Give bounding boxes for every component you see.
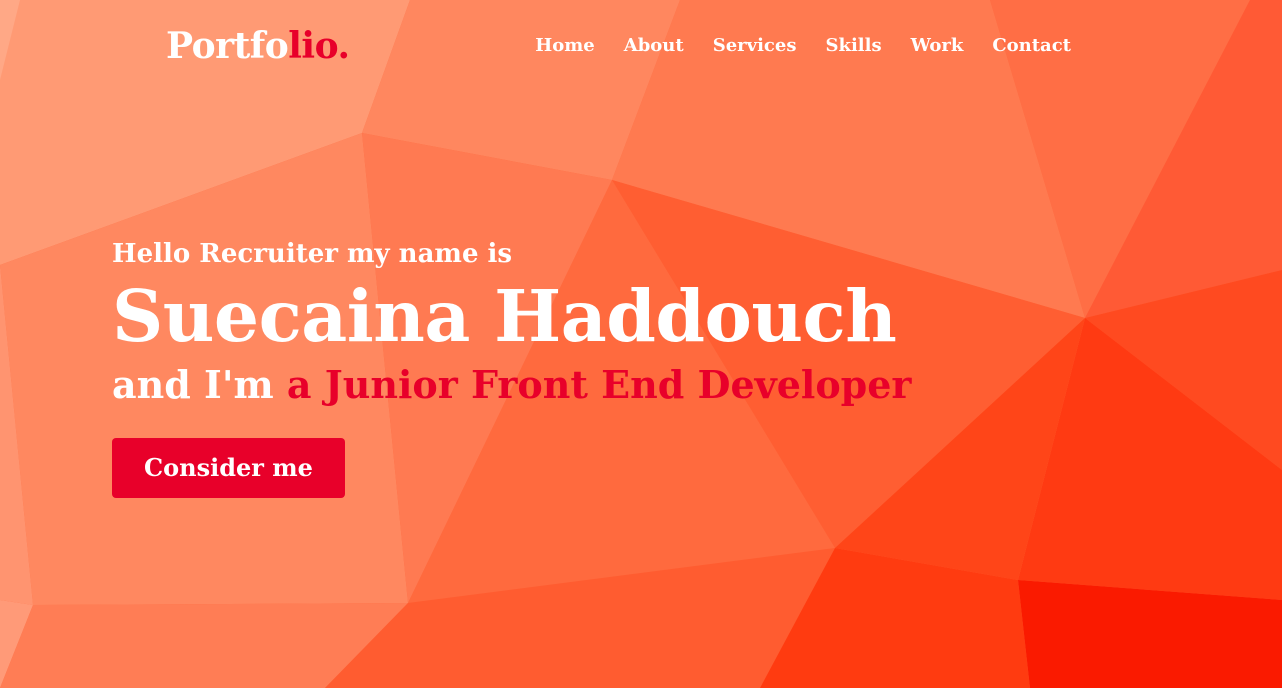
nav-link-home[interactable]: Home: [535, 35, 595, 56]
hero-role: and I'm a Junior Front End Developer: [112, 358, 911, 412]
hero-role-highlight: a Junior Front End Developer: [286, 362, 912, 407]
nav-item-services: Services: [713, 33, 797, 59]
nav-item-skills: Skills: [825, 33, 881, 59]
hero-section: Hello Recruiter my name is Suecaina Hadd…: [112, 234, 911, 498]
logo-accent-text: lio.: [288, 25, 350, 67]
nav-item-home: Home: [535, 33, 595, 59]
nav-link-about[interactable]: About: [624, 35, 684, 56]
consider-me-button[interactable]: Consider me: [112, 438, 345, 498]
logo-main-text: Portfo: [166, 25, 289, 67]
nav-link-work[interactable]: Work: [911, 35, 964, 56]
main-nav: Home About Services Skills Work Contact: [535, 33, 1071, 59]
hero-name: Suecaina Haddouch: [112, 274, 897, 358]
nav-item-work: Work: [911, 33, 964, 59]
nav-item-about: About: [624, 33, 684, 59]
nav-link-contact[interactable]: Contact: [992, 35, 1071, 56]
hero-greeting: Hello Recruiter my name is: [112, 239, 513, 269]
nav-link-skills[interactable]: Skills: [825, 35, 881, 56]
site-logo[interactable]: Portfolio.: [166, 22, 350, 70]
nav-item-contact: Contact: [992, 33, 1071, 59]
hero-role-prefix: and I'm: [112, 362, 287, 407]
nav-link-services[interactable]: Services: [713, 35, 797, 56]
top-navbar: Portfolio. Home About Services Skills Wo…: [0, 0, 1282, 92]
